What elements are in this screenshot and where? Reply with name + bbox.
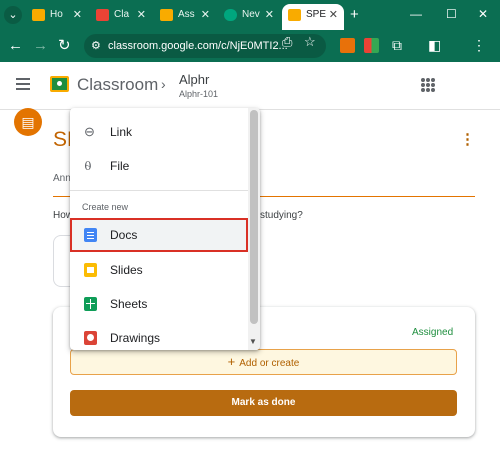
bookmark-star-icon[interactable]: ☆ <box>304 34 316 50</box>
menu-item-slides[interactable]: Slides <box>70 253 248 287</box>
assignment-icon: ▤ <box>14 108 42 136</box>
app-name[interactable]: Classroom <box>77 75 158 95</box>
add-create-menu: ⊖ Link ⍬ File Create new Docs Slides She… <box>70 108 260 350</box>
mark-as-done-button[interactable]: Mark as done <box>70 390 457 416</box>
menu-item-label: File <box>110 159 130 173</box>
menu-item-docs[interactable]: Docs <box>70 218 248 252</box>
drawings-icon <box>84 331 97 345</box>
tab-active[interactable]: SPE ✕ <box>282 4 344 30</box>
tab-strip: ⌄ Ho ✕ Cla ✕ Ass ✕ Nev ✕ SPE ✕ + — ☐ ✕ <box>0 0 500 30</box>
sheets-icon <box>84 297 97 311</box>
menu-divider <box>70 190 248 191</box>
close-window-icon[interactable]: ✕ <box>478 5 488 23</box>
add-or-create-label: Add or create <box>239 358 300 369</box>
more-options-icon[interactable]: ⋮ <box>460 130 475 148</box>
maximize-icon[interactable]: ☐ <box>446 5 457 23</box>
install-app-icon[interactable]: ⎙ <box>282 34 292 50</box>
classroom-logo-icon[interactable] <box>50 76 69 92</box>
classroom-favicon-icon <box>288 9 301 21</box>
tab-label: Ass <box>178 9 195 20</box>
class-name[interactable]: Alphr <box>179 72 209 87</box>
hamburger-menu-icon[interactable] <box>16 78 30 90</box>
menu-item-drawings[interactable]: Drawings <box>70 321 248 350</box>
status-badge: Assigned <box>412 327 454 338</box>
classroom-favicon-icon <box>32 9 45 21</box>
menu-item-sheets[interactable]: Sheets <box>70 287 248 321</box>
extensions-puzzle-icon[interactable]: ⧉ <box>392 36 402 54</box>
meet-favicon-icon <box>224 9 237 21</box>
menu-item-label: Drawings <box>110 331 161 345</box>
site-info-icon[interactable]: ⚙ <box>91 34 101 58</box>
menu-item-label: Docs <box>110 228 138 242</box>
back-icon[interactable]: ← <box>8 37 23 55</box>
classroom-header: Classroom › Alphr Alphr-101 <box>0 62 500 110</box>
instructions-end: studying? <box>260 210 303 221</box>
scroll-down-arrow-icon[interactable]: ▼ <box>249 337 257 346</box>
plus-icon: + <box>227 354 236 369</box>
add-or-create-button[interactable]: + Add or create <box>70 349 457 375</box>
reload-icon[interactable]: ↻ <box>58 37 71 55</box>
tab-close-icon[interactable]: ✕ <box>137 4 146 26</box>
new-tab-button[interactable]: + <box>350 7 359 23</box>
tab-close-icon[interactable]: ✕ <box>265 4 274 26</box>
tab-close-icon[interactable]: ✕ <box>329 4 338 26</box>
side-panel-icon[interactable]: ◧ <box>428 36 441 54</box>
tab-label: Ho <box>50 9 63 20</box>
extension-icon[interactable] <box>340 38 355 53</box>
browser-menu-icon[interactable]: ⋮ <box>472 36 486 54</box>
tab-news[interactable]: Nev ✕ <box>218 4 280 28</box>
tab-assignment[interactable]: Ass ✕ <box>154 4 216 28</box>
tab-label: Nev <box>242 9 260 20</box>
url-text: classroom.google.com/c/NjE0MTI2... <box>108 40 288 52</box>
tab-close-icon[interactable]: ✕ <box>201 4 210 26</box>
slides-icon <box>84 263 97 277</box>
link-icon: ⊖ <box>84 124 95 139</box>
tab-gmail[interactable]: Cla ✕ <box>90 4 152 28</box>
forward-icon[interactable]: → <box>33 37 48 55</box>
gmail-favicon-icon <box>96 9 109 21</box>
tab-close-icon[interactable]: ✕ <box>73 4 82 26</box>
menu-item-label: Slides <box>110 263 143 277</box>
breadcrumb-chevron-icon: › <box>161 76 166 92</box>
menu-item-file[interactable]: ⍬ File <box>70 149 248 183</box>
class-section: Alphr-101 <box>179 89 219 99</box>
create-new-header: Create new <box>82 202 129 212</box>
browser-chrome: ⌄ Ho ✕ Cla ✕ Ass ✕ Nev ✕ SPE ✕ + — ☐ ✕ ←… <box>0 0 500 62</box>
tab-how[interactable]: Ho ✕ <box>26 4 88 28</box>
docs-icon <box>84 228 97 242</box>
assignment-meta: Ann <box>53 173 71 184</box>
menu-item-label: Sheets <box>110 297 148 311</box>
paperclip-icon: ⍬ <box>84 158 92 173</box>
extension-icon[interactable] <box>364 38 379 53</box>
tab-search-icon[interactable]: ⌄ <box>4 6 22 24</box>
menu-item-label: Link <box>110 125 133 139</box>
browser-toolbar: ← → ↻ ⚙ classroom.google.com/c/NjE0MTI2.… <box>0 30 500 62</box>
classroom-favicon-icon <box>160 9 173 21</box>
apps-grid-icon[interactable] <box>421 78 435 92</box>
menu-item-link[interactable]: ⊖ Link <box>70 115 248 149</box>
minimize-icon[interactable]: — <box>410 5 422 23</box>
tab-label: SPE <box>306 9 327 20</box>
tab-label: Cla <box>114 9 130 20</box>
menu-scrollbar-thumb[interactable] <box>250 110 258 324</box>
